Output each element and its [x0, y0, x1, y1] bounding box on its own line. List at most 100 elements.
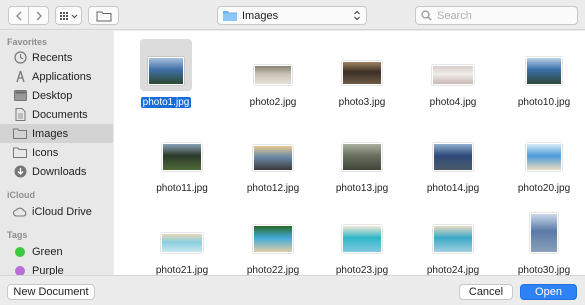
chevron-right-icon: [36, 11, 42, 20]
sidebar-item-label: Images: [32, 127, 69, 140]
image-thumbnail: [254, 65, 292, 85]
cancel-button[interactable]: Cancel: [459, 284, 513, 300]
clock-icon: [13, 51, 27, 65]
file-item[interactable]: photo10.jpg: [502, 41, 585, 121]
file-name-label: photo1.jpg: [140, 97, 192, 108]
sidebar-item-icons[interactable]: Icons: [0, 143, 113, 162]
file-name: photo3.jpg: [320, 97, 404, 108]
file-item[interactable]: photo30.jpg: [502, 209, 585, 275]
sidebar-item-label: iCloud Drive: [32, 205, 92, 218]
bottom-bar: New Document Cancel Open: [0, 275, 585, 305]
tags-header: Tags: [7, 230, 28, 240]
file-item[interactable]: photo14.jpg: [411, 127, 495, 207]
file-name: photo12.jpg: [231, 183, 315, 194]
file-name: photo14.jpg: [411, 183, 495, 194]
image-thumbnail: [162, 143, 202, 171]
new-folder-button[interactable]: [88, 6, 119, 25]
folder-icon: [13, 146, 27, 160]
sidebar-item-label: Documents: [32, 108, 88, 121]
sidebar-item-label: Green: [32, 245, 63, 258]
updown-chevron-icon: [354, 10, 360, 21]
file-name: photo23.jpg: [320, 265, 404, 275]
image-thumbnail: [526, 143, 562, 171]
view-options-button[interactable]: [55, 6, 82, 25]
toolbar: Images: [0, 0, 585, 30]
grid-view-icon: [59, 11, 77, 20]
sidebar-item-downloads[interactable]: Downloads: [0, 162, 113, 181]
file-item[interactable]: photo20.jpg: [502, 127, 585, 207]
desktop-icon: [13, 89, 27, 103]
file-item[interactable]: photo2.jpg: [231, 41, 315, 121]
file-name: photo21.jpg: [140, 265, 224, 275]
file-name: photo11.jpg: [140, 183, 224, 194]
file-name-label: photo10.jpg: [517, 97, 571, 108]
file-name-label: photo21.jpg: [155, 265, 209, 275]
location-popup[interactable]: Images: [217, 6, 367, 25]
sidebar: Favorites Recents Applications Desktop D…: [0, 31, 113, 275]
file-item[interactable]: photo12.jpg: [231, 127, 315, 207]
file-item[interactable]: photo3.jpg: [320, 41, 404, 121]
sidebar-item-recents[interactable]: Recents: [0, 48, 113, 67]
file-item[interactable]: photo11.jpg: [140, 127, 224, 207]
file-item[interactable]: photo1.jpg: [140, 39, 224, 121]
file-name: photo2.jpg: [231, 97, 315, 108]
image-thumbnail: [342, 143, 382, 171]
icloud-header: iCloud: [7, 190, 35, 200]
file-name-label: photo12.jpg: [246, 183, 300, 194]
sidebar-item-icloud-drive[interactable]: iCloud Drive: [0, 202, 113, 221]
sidebar-item-label: Desktop: [32, 89, 73, 102]
favorites-header: Favorites: [7, 37, 48, 47]
search-icon: [421, 10, 432, 21]
sidebar-item-label: Icons: [32, 146, 59, 159]
file-item[interactable]: photo23.jpg: [320, 209, 404, 275]
search-input[interactable]: [437, 9, 567, 22]
file-item[interactable]: photo21.jpg: [140, 209, 224, 275]
file-name-label: photo13.jpg: [335, 183, 389, 194]
back-button[interactable]: [8, 6, 29, 25]
search-field[interactable]: [415, 6, 578, 25]
image-thumbnail: [253, 145, 293, 171]
file-name-label: photo23.jpg: [335, 265, 389, 275]
file-name: photo24.jpg: [411, 265, 495, 275]
image-thumbnail: [526, 57, 562, 85]
sidebar-item-images[interactable]: Images: [0, 124, 113, 143]
file-name: photo13.jpg: [320, 183, 404, 194]
file-name: photo4.jpg: [411, 97, 495, 108]
file-item[interactable]: photo22.jpg: [231, 209, 315, 275]
chevron-left-icon: [15, 11, 21, 20]
file-name-label: photo2.jpg: [249, 97, 297, 108]
sidebar-item-label: Downloads: [32, 165, 87, 178]
folder-icon: [223, 11, 237, 21]
file-name-label: photo30.jpg: [517, 265, 571, 275]
file-name-label: photo14.jpg: [426, 183, 480, 194]
sidebar-item-label: Purple: [32, 264, 64, 276]
sidebar-item-documents[interactable]: Documents: [0, 105, 113, 124]
file-name: photo1.jpg: [124, 97, 208, 108]
file-item[interactable]: photo24.jpg: [411, 209, 495, 275]
sidebar-item-label: Recents: [32, 51, 73, 64]
forward-button[interactable]: [28, 6, 49, 25]
image-thumbnail: [433, 143, 473, 171]
sidebar-item-desktop[interactable]: Desktop: [0, 86, 113, 105]
file-name: photo10.jpg: [502, 97, 585, 108]
file-name-label: photo24.jpg: [426, 265, 480, 275]
folder-icon: [13, 127, 27, 141]
image-thumbnail: [161, 233, 203, 253]
file-item[interactable]: photo4.jpg: [411, 41, 495, 121]
file-item[interactable]: photo13.jpg: [320, 127, 404, 207]
image-thumbnail: [432, 65, 474, 85]
downloads-icon: [13, 165, 27, 179]
file-name: photo20.jpg: [502, 183, 585, 194]
new-document-button[interactable]: New Document: [7, 284, 95, 300]
location-label: Images: [242, 9, 279, 22]
cloud-icon: [13, 205, 27, 219]
file-name: photo30.jpg: [502, 265, 585, 275]
green-tag-dot-icon: [15, 246, 25, 257]
purple-tag-dot-icon: [15, 265, 25, 275]
open-button[interactable]: Open: [520, 284, 577, 300]
sidebar-item-tag-green[interactable]: Green: [0, 242, 113, 261]
image-thumbnail: [433, 225, 473, 253]
sidebar-item-applications[interactable]: Applications: [0, 67, 113, 86]
sidebar-item-tag-purple[interactable]: Purple: [0, 261, 113, 275]
file-name-label: photo20.jpg: [517, 183, 571, 194]
